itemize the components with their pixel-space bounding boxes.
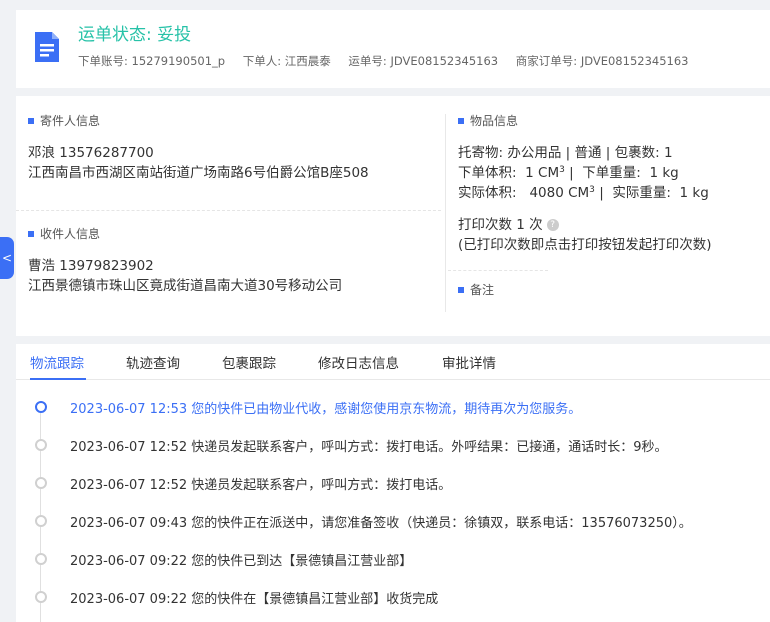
tracking-event: 2023-06-07 12:52 快递员发起联系客户，呼叫方式：拨打电话。外呼结… (16, 435, 770, 455)
section-marker-icon (28, 230, 34, 237)
receiver-address: 江西景德镇市珠山区竟成街道昌南大道30号移动公司 (28, 278, 343, 294)
tracking-event-text: 2023-06-07 09:22 您的快件已到达【景德镇昌江营业部】 (70, 554, 413, 569)
timeline-dot-icon (35, 591, 47, 603)
divider (16, 210, 441, 211)
actual-volume-label: 实际体积: (458, 185, 517, 201)
sender-section-title: 寄件人信息 (28, 112, 100, 129)
actual-weight: 1 kg (679, 185, 709, 201)
shipment-info-card: 寄件人信息 邓浪 13576287700 江西南昌市西湖区南站街道广场南路6号伯… (16, 96, 770, 336)
tab-trajectory-query[interactable]: 轨迹查询 (126, 352, 180, 372)
orderer-label: 下单人: (242, 54, 282, 68)
order-account-label: 下单账号: (78, 54, 128, 68)
waybill-label: 运单号: (348, 54, 387, 68)
order-weight: 1 kg (649, 165, 679, 181)
goods-section-title: 物品信息 (458, 112, 518, 129)
goods-order-volume-line: 下单体积: 1 CM3 | 下单重量: 1 kg (458, 165, 679, 181)
order-volume-exp: 3 (559, 165, 565, 175)
section-marker-icon (458, 286, 464, 293)
order-volume: 1 CM (525, 165, 560, 181)
timeline-dot-icon (35, 439, 47, 451)
timeline-dot-icon (35, 553, 47, 565)
waybill-meta: 下单账号: 15279190501_p 下单人: 江西晨泰 运单号: JDVE0… (78, 53, 688, 69)
print-note: (已打印次数即点击打印按钮发起打印次数) (458, 237, 712, 253)
tracking-event-text: 2023-06-07 12:53 您的快件已由物业代收，感谢您使用京东物流，期待… (70, 402, 582, 417)
remark-title-text: 备注 (470, 283, 495, 297)
order-weight-label: 下单重量: (582, 165, 641, 181)
print-count-line: 打印次数 1 次? (458, 213, 559, 233)
sender-address: 江西南昌市西湖区南站街道广场南路6号伯爵公馆B座508 (28, 165, 369, 181)
goods-consign-line: 托寄物: 办公用品 | 普通 | 包裹数: 1 (458, 145, 673, 161)
divider (448, 270, 548, 271)
remark-section-title: 备注 (458, 281, 494, 298)
waybill-status: 运单状态: 妥投 (78, 25, 192, 45)
actual-volume-exp: 3 (589, 185, 595, 195)
merchant-order-label: 商家订单号: (515, 54, 578, 68)
actual-volume: 4080 CM (529, 185, 590, 201)
goods-actual-volume-line: 实际体积: 4080 CM3 | 实际重量: 1 kg (458, 185, 709, 201)
tracking-event-text: 2023-06-07 12:52 快递员发起联系客户，呼叫方式：拨打电话。 (70, 478, 452, 493)
collapse-sidebar-button[interactable]: < (0, 237, 14, 279)
tracking-event: 2023-06-07 09:43 您的快件正在派送中，请您准备签收（快递员：徐镇… (16, 511, 770, 531)
print-count: 打印次数 1 次 (458, 217, 543, 233)
orderer: 江西晨泰 (284, 54, 331, 68)
tracking-event: 2023-06-07 09:22 您的快件已到达【景德镇昌江营业部】 (16, 549, 770, 569)
waybill-header: 运单状态: 妥投 下单账号: 15279190501_p 下单人: 江西晨泰 运… (16, 10, 770, 88)
active-tab-underline (30, 378, 86, 380)
tracking-tabs: 物流跟踪 轨迹查询 包裹跟踪 修改日志信息 审批详情 (16, 344, 770, 380)
tracking-event-text: 2023-06-07 09:22 您的快件在【景德镇昌江营业部】收货完成 (70, 592, 439, 607)
tracking-event-text: 2023-06-07 09:43 您的快件正在派送中，请您准备签收（快递员：徐镇… (70, 516, 692, 531)
merchant-order-number: JDVE08152345163 (580, 54, 689, 68)
tab-package-tracking[interactable]: 包裹跟踪 (222, 352, 276, 372)
vertical-divider (445, 114, 446, 312)
tracking-event: 2023-06-07 09:22 您的快件在【景德镇昌江营业部】收货完成 (16, 587, 770, 607)
sender-title-text: 寄件人信息 (40, 114, 101, 128)
tracking-event: 2023-06-07 12:53 您的快件已由物业代收，感谢您使用京东物流，期待… (16, 397, 770, 417)
timeline-dot-icon (35, 515, 47, 527)
receiver-section-title: 收件人信息 (28, 225, 100, 242)
tab-logistics-tracking[interactable]: 物流跟踪 (30, 352, 84, 372)
tracking-event: 2023-06-07 12:52 快递员发起联系客户，呼叫方式：拨打电话。 (16, 473, 770, 493)
receiver-name-phone: 曹浩 13979823902 (28, 258, 154, 274)
section-marker-icon (458, 117, 464, 124)
tracking-event-text: 2023-06-07 12:52 快递员发起联系客户，呼叫方式：拨打电话。外呼结… (70, 440, 668, 455)
receiver-title-text: 收件人信息 (40, 227, 101, 241)
document-icon (35, 32, 59, 62)
waybill-number: JDVE08152345163 (390, 54, 499, 68)
goods-title-text: 物品信息 (470, 114, 519, 128)
order-volume-label: 下单体积: (458, 165, 517, 181)
actual-weight-label: 实际重量: (612, 185, 671, 201)
help-icon[interactable]: ? (546, 219, 559, 231)
order-account: 15279190501_p (131, 54, 226, 68)
timeline-dot-icon (35, 477, 47, 489)
tracking-card: 物流跟踪 轨迹查询 包裹跟踪 修改日志信息 审批详情 2023-06-07 12… (16, 344, 770, 622)
timeline-dot-icon (35, 401, 47, 413)
tab-modify-log[interactable]: 修改日志信息 (318, 352, 399, 372)
section-marker-icon (28, 117, 34, 124)
tab-approval-details[interactable]: 审批详情 (442, 352, 496, 372)
sender-name-phone: 邓浪 13576287700 (28, 145, 154, 161)
